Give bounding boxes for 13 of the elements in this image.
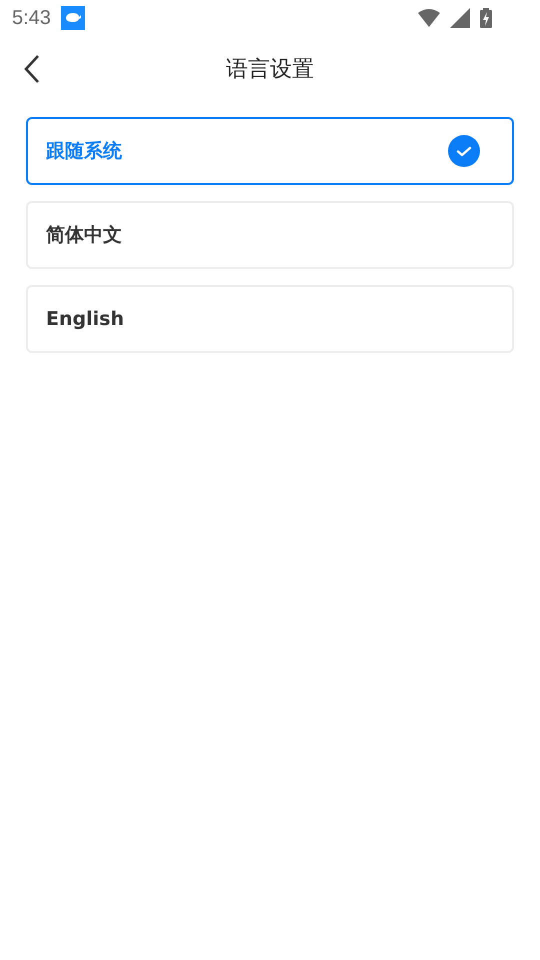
check-icon — [448, 135, 480, 167]
status-time: 5:43 — [12, 6, 51, 30]
signal-icon — [450, 8, 470, 28]
language-label: 跟随系统 — [46, 139, 122, 164]
battery-icon — [480, 8, 492, 28]
page-title: 语言设置 — [226, 56, 314, 84]
language-option[interactable]: 简体中文 — [26, 201, 514, 269]
language-option[interactable]: English — [26, 285, 514, 353]
language-option[interactable]: 跟随系统 — [26, 117, 514, 185]
back-icon[interactable] — [23, 54, 41, 84]
language-label: 简体中文 — [46, 223, 122, 248]
language-label: English — [46, 308, 124, 330]
wifi-icon — [418, 9, 440, 27]
